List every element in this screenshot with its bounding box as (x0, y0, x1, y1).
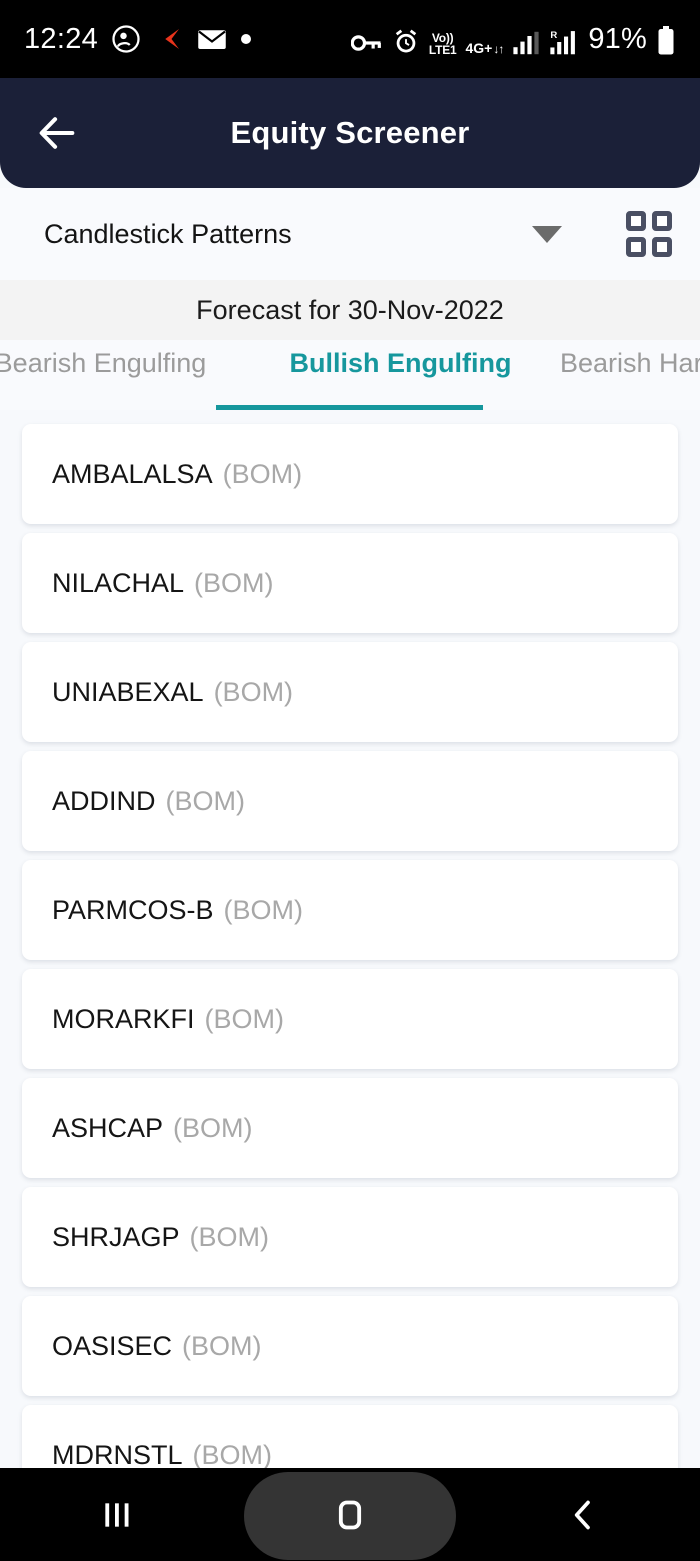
stock-list[interactable]: AMBALALSA (BOM) NILACHAL (BOM) UNIABEXAL… (0, 418, 700, 1468)
exchange-label: (BOM) (173, 1112, 253, 1143)
exchange-label: (BOM) (223, 894, 303, 925)
list-item[interactable]: ASHCAP (BOM) (22, 1078, 678, 1178)
list-item[interactable]: MORARKFI (BOM) (22, 969, 678, 1069)
ticker-symbol: MDRNSTL (52, 1439, 183, 1469)
ticker-symbol: PARMCOS-B (52, 894, 214, 925)
tab-bearish-engulfing[interactable]: Bearish Engulfing (0, 340, 267, 379)
grid-cell (652, 211, 672, 231)
back-button[interactable] (22, 98, 92, 168)
page-title: Equity Screener (230, 115, 470, 150)
battery-icon (656, 25, 676, 56)
status-bar: 12:24 Vo)) LTE1 4G+ ↓↑ R 91% (0, 0, 700, 78)
network-type-icon: 4G+ ↓↑ (465, 39, 504, 56)
grid-cell (626, 237, 646, 257)
forecast-bar: Forecast for 30-Nov-2022 (0, 280, 700, 340)
caret-triangle (532, 225, 562, 243)
home-icon (338, 1500, 362, 1529)
ticker-symbol: ADDIND (52, 785, 156, 816)
exchange-label: (BOM) (189, 1221, 270, 1252)
ticker-symbol: MORARKFI (52, 1003, 195, 1034)
exchange-label: (BOM) (213, 676, 294, 707)
grid-cell (626, 211, 646, 231)
system-navigation-bar (0, 1468, 700, 1561)
ticker-symbol: SHRJAGP (52, 1221, 180, 1252)
lte-label: LTE1 (428, 42, 457, 57)
ticker-symbol: AMBALALSA (52, 458, 213, 489)
list-item[interactable]: ADDIND (BOM) (22, 751, 678, 851)
filter-row: Candlestick Patterns (0, 188, 700, 280)
svg-text:R: R (551, 29, 558, 40)
arrow-left-icon (39, 117, 75, 149)
chevron-down-icon[interactable] (530, 217, 564, 251)
list-item[interactable]: PARMCOS-B (BOM) (22, 860, 678, 960)
volte-icon: Vo)) LTE1 (429, 32, 457, 56)
active-tab-indicator (216, 405, 483, 410)
exchange-label: (BOM) (182, 1330, 262, 1361)
status-bar-right: Vo)) LTE1 4G+ ↓↑ R 91% (350, 22, 676, 56)
list-item[interactable]: OASISEC (BOM) (22, 1296, 678, 1396)
envelope-icon (197, 26, 227, 52)
volte-label: Vo)) (431, 30, 454, 45)
roaming-signal-icon: R (549, 28, 579, 56)
recents-button[interactable] (0, 1468, 233, 1561)
exchange-label: (BOM) (192, 1439, 272, 1469)
app-header: Equity Screener (0, 78, 700, 188)
back-button-nav[interactable] (467, 1468, 700, 1561)
status-bar-left: 12:24 (24, 23, 252, 56)
exchange-label: (BOM) (194, 567, 274, 598)
battery-percent: 91% (588, 22, 647, 55)
ticker-symbol: OASISEC (52, 1330, 173, 1361)
tab-bearish-harami[interactable]: Bearish Harami (534, 340, 700, 379)
ticker-symbol: UNIABEXAL (52, 676, 204, 707)
dot-icon (240, 33, 252, 45)
vpn-key-icon (350, 30, 383, 56)
data-arrows-icon: ↓↑ (493, 41, 504, 56)
exchange-label: (BOM) (222, 458, 303, 489)
list-item[interactable]: AMBALALSA (BOM) (22, 424, 678, 524)
pattern-tab-strip[interactable]: Bearish Engulfing Bullish Engulfing Bear… (0, 340, 700, 410)
grid-view-icon[interactable] (626, 211, 672, 257)
home-button[interactable] (233, 1468, 466, 1561)
back-chevron-icon (575, 1500, 591, 1529)
alarm-icon (392, 28, 420, 56)
list-item[interactable]: UNIABEXAL (BOM) (22, 642, 678, 742)
signal-icon (512, 30, 540, 56)
tab-bullish-engulfing[interactable]: Bullish Engulfing (267, 340, 534, 379)
pattern-filter-label[interactable]: Candlestick Patterns (44, 219, 292, 250)
exchange-label: (BOM) (165, 785, 245, 816)
forecast-date-label: Forecast for 30-Nov-2022 (196, 294, 504, 325)
recents-icon (104, 1502, 129, 1527)
list-item[interactable]: MDRNSTL (BOM) (22, 1405, 678, 1468)
list-item[interactable]: SHRJAGP (BOM) (22, 1187, 678, 1287)
profile-circle-icon (111, 24, 141, 54)
exchange-label: (BOM) (204, 1003, 284, 1034)
ticker-symbol: ASHCAP (52, 1112, 164, 1143)
list-item[interactable]: NILACHAL (BOM) (22, 533, 678, 633)
status-clock: 12:24 (24, 22, 99, 55)
ticker-symbol: NILACHAL (52, 567, 185, 598)
network-label: 4G+ (465, 39, 493, 56)
red-chevron-icon (154, 24, 184, 54)
grid-cell (652, 237, 672, 257)
